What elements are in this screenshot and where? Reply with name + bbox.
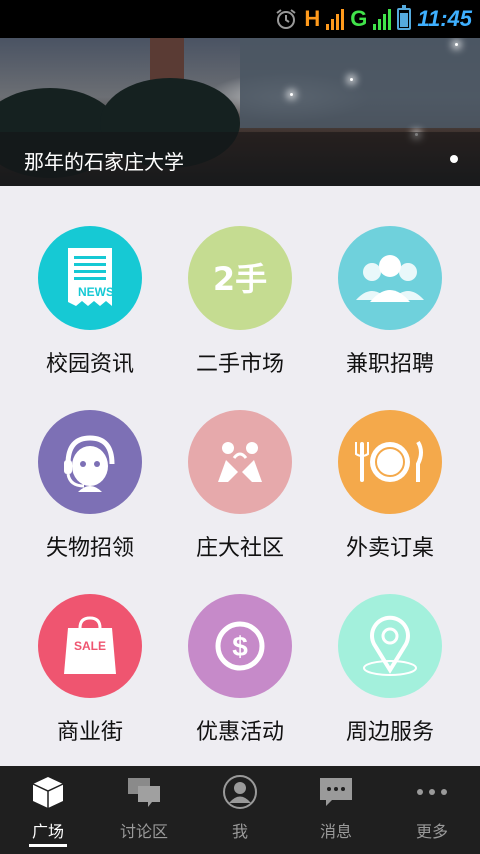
people-icon — [338, 226, 442, 330]
banner-sparkle — [290, 93, 293, 96]
status-icons: H G 11:45 — [274, 4, 472, 34]
tab-label: 更多 — [415, 822, 448, 841]
banner-sparkle — [455, 43, 458, 46]
tab-me[interactable]: 我 — [192, 766, 288, 854]
tab-discussion[interactable]: 讨论区 — [96, 766, 192, 854]
user-icon — [223, 775, 257, 809]
community-icon — [188, 410, 292, 514]
svg-text:$: $ — [232, 631, 248, 662]
status-time: 11:45 — [417, 6, 472, 31]
shopping-bag-icon: SALE — [38, 594, 142, 698]
chat-icon — [128, 778, 160, 807]
tile-second-hand[interactable]: 2手 二手市场 — [160, 186, 320, 377]
tile-lost-found[interactable]: 失物招领 — [10, 370, 170, 561]
banner-caption-bar: 那年的石家庄大学 — [0, 132, 480, 186]
support-agent-icon — [38, 410, 142, 514]
sale-text: SALE — [74, 639, 106, 653]
tile-part-time-jobs[interactable]: 兼职招聘 — [310, 186, 470, 377]
tile-promotions[interactable]: $ 优惠活动 — [160, 554, 320, 745]
second-hand-text: 2手 — [213, 260, 267, 298]
tile-label: 商业街 — [56, 720, 123, 745]
location-icon — [338, 594, 442, 698]
message-icon — [320, 778, 352, 806]
tab-label: 我 — [231, 822, 248, 841]
dining-icon — [338, 410, 442, 514]
tile-label: 优惠活动 — [195, 720, 284, 745]
tile-commercial-street[interactable]: SALE 商业街 — [10, 554, 170, 745]
news-icon: NEWS — [38, 226, 142, 330]
second-hand-icon: 2手 — [188, 226, 292, 330]
tile-takeaway[interactable]: 外卖订桌 — [310, 370, 470, 561]
bottom-tab-bar: 广场 讨论区 我 消息 更多 — [0, 766, 480, 854]
tab-more[interactable]: 更多 — [384, 766, 480, 854]
tile-label: 周边服务 — [345, 720, 434, 745]
tile-campus-news[interactable]: NEWS 校园资讯 — [10, 186, 170, 377]
tab-square[interactable]: 广场 — [0, 766, 96, 854]
dollar-icon: $ — [188, 594, 292, 698]
cube-icon — [32, 777, 64, 808]
tab-messages[interactable]: 消息 — [288, 766, 384, 854]
tab-label: 消息 — [319, 822, 352, 841]
tile-community[interactable]: 庄大社区 — [160, 370, 320, 561]
status-bar: H G 11:45 — [0, 0, 480, 38]
banner-page-dot[interactable] — [450, 155, 458, 163]
network-type-2: G — [350, 6, 368, 31]
alarm-icon — [276, 9, 296, 29]
banner-sparkle — [350, 78, 353, 81]
active-tab-indicator — [29, 844, 67, 847]
more-icon — [417, 789, 447, 795]
tab-label: 讨论区 — [119, 822, 168, 841]
banner-caption: 那年的石家庄大学 — [24, 150, 184, 174]
tile-nearby-services[interactable]: 周边服务 — [310, 554, 470, 745]
news-text: NEWS — [78, 285, 114, 299]
signal-icon-2 — [373, 8, 392, 30]
battery-icon — [397, 5, 412, 30]
signal-icon — [326, 8, 345, 30]
network-type-1: H — [304, 6, 321, 31]
tab-label: 广场 — [31, 822, 64, 841]
banner-building — [240, 38, 480, 128]
banner-carousel[interactable]: 那年的石家庄大学 — [0, 38, 480, 186]
